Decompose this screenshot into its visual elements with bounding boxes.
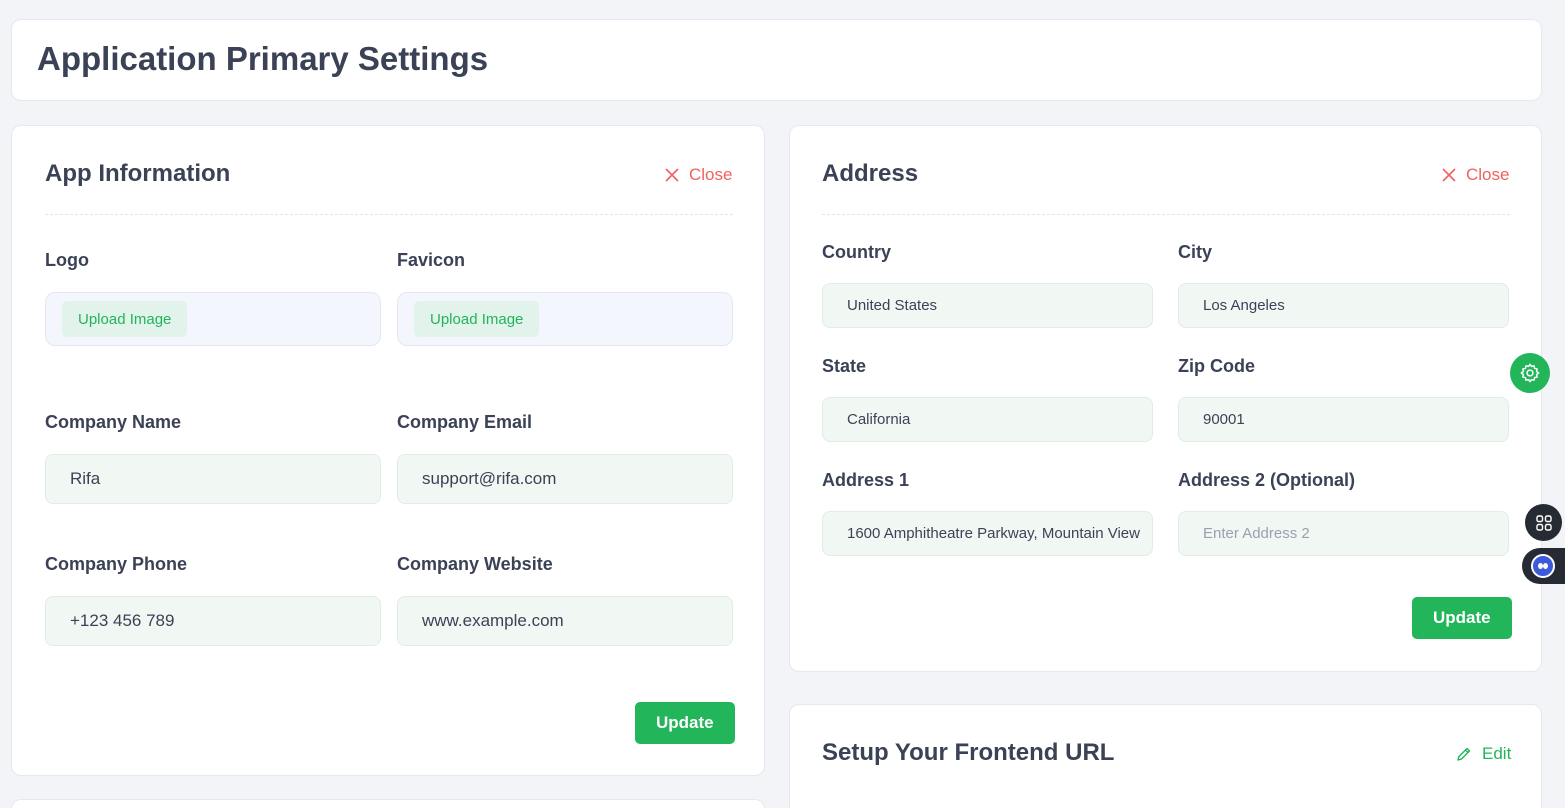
company-phone-label: Company Phone (45, 554, 188, 574)
zip-code-input[interactable]: 90001 (1178, 397, 1509, 442)
grid-icon (1535, 514, 1552, 531)
company-name-label: Company Name (45, 412, 182, 432)
settings-float-button[interactable] (1510, 353, 1550, 393)
pencil-icon (1457, 747, 1471, 761)
address-title: Address (822, 160, 919, 187)
page-title: Application Primary Settings (37, 40, 489, 77)
company-name-input[interactable]: Rifa (45, 454, 381, 504)
close-label: Close (689, 165, 733, 184)
divider (45, 214, 733, 215)
divider (822, 214, 1510, 215)
apps-float-button[interactable] (1525, 504, 1562, 541)
next-settings-card (11, 799, 765, 808)
company-phone-input[interactable]: +123 456 789 (45, 596, 381, 646)
address1-label: Address 1 (822, 470, 910, 490)
edit-label: Edit (1482, 744, 1512, 763)
frontend-url-title: Setup Your Frontend URL (822, 739, 1115, 766)
address-update-button[interactable]: Update (1412, 597, 1512, 639)
close-icon (665, 168, 679, 182)
gear-icon (1520, 363, 1540, 383)
address2-label: Address 2 (Optional) (1178, 470, 1356, 490)
country-input[interactable]: United States (822, 283, 1153, 328)
favicon-upload-button[interactable]: Upload Image (414, 301, 540, 337)
address1-input[interactable]: 1600 Amphitheatre Parkway, Mountain View (822, 511, 1153, 556)
close-label: Close (1466, 165, 1510, 184)
company-website-input[interactable]: www.example.com (397, 596, 733, 646)
state-label: State (822, 356, 867, 376)
city-input[interactable]: Los Angeles (1178, 283, 1509, 328)
favicon-upload-box[interactable]: Upload Image (397, 292, 733, 346)
company-email-label: Company Email (397, 412, 533, 432)
app-information-close-button[interactable]: Close (665, 165, 732, 185)
frontend-url-card: Setup Your Frontend URL Edit (789, 704, 1542, 808)
app-information-update-button[interactable]: Update (635, 702, 735, 744)
bot-icon (1531, 554, 1555, 578)
logo-upload-button[interactable]: Upload Image (62, 301, 188, 337)
company-email-input[interactable]: support@rifa.com (397, 454, 733, 504)
address2-input[interactable]: Enter Address 2 (1178, 511, 1509, 556)
company-website-label: Company Website (397, 554, 553, 574)
page-header: Application Primary Settings (11, 19, 1542, 101)
logo-upload-box[interactable]: Upload Image (45, 292, 381, 346)
app-information-title: App Information (45, 160, 231, 187)
city-label: City (1178, 242, 1213, 262)
close-icon (1442, 168, 1456, 182)
country-label: Country (822, 242, 891, 262)
app-information-card: App Information Close Logo Upload Image … (11, 125, 765, 776)
state-input[interactable]: California (822, 397, 1153, 442)
frontend-url-edit-button[interactable]: Edit (1456, 744, 1511, 764)
logo-label: Logo (45, 250, 89, 270)
favicon-label: Favicon (397, 250, 466, 270)
assistant-float-button[interactable] (1522, 548, 1565, 584)
address-close-button[interactable]: Close (1442, 165, 1509, 185)
address-card: Address Close Country United States City… (789, 125, 1542, 672)
zip-code-label: Zip Code (1178, 356, 1255, 376)
